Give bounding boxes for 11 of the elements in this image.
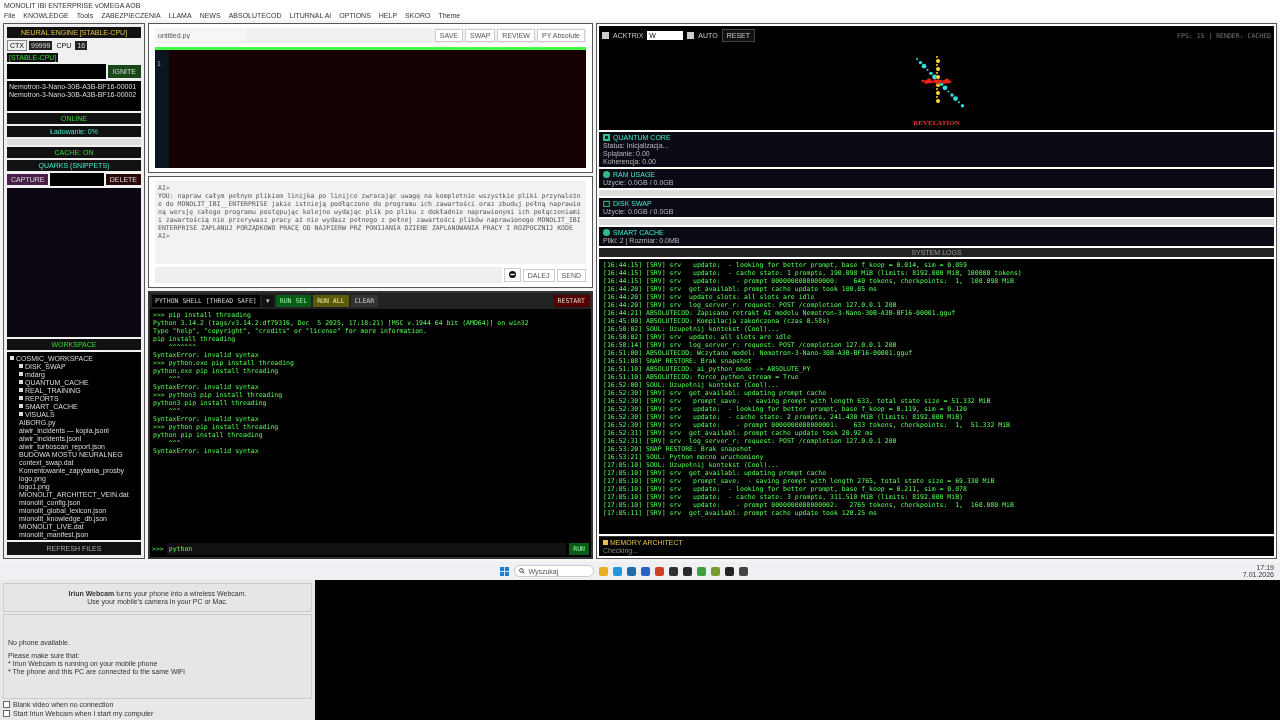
search-icon xyxy=(519,568,526,574)
snippet-field[interactable] xyxy=(50,173,104,186)
stop-button[interactable] xyxy=(503,268,521,282)
folder-icon xyxy=(10,356,14,360)
checkbox[interactable] xyxy=(3,701,10,708)
checkbox[interactable] xyxy=(3,710,10,717)
model-field[interactable] xyxy=(7,64,106,79)
windows-logo-icon[interactable] xyxy=(500,566,510,576)
square-icon xyxy=(603,540,608,545)
stop-icon xyxy=(508,271,516,278)
folder-icon xyxy=(603,200,610,207)
